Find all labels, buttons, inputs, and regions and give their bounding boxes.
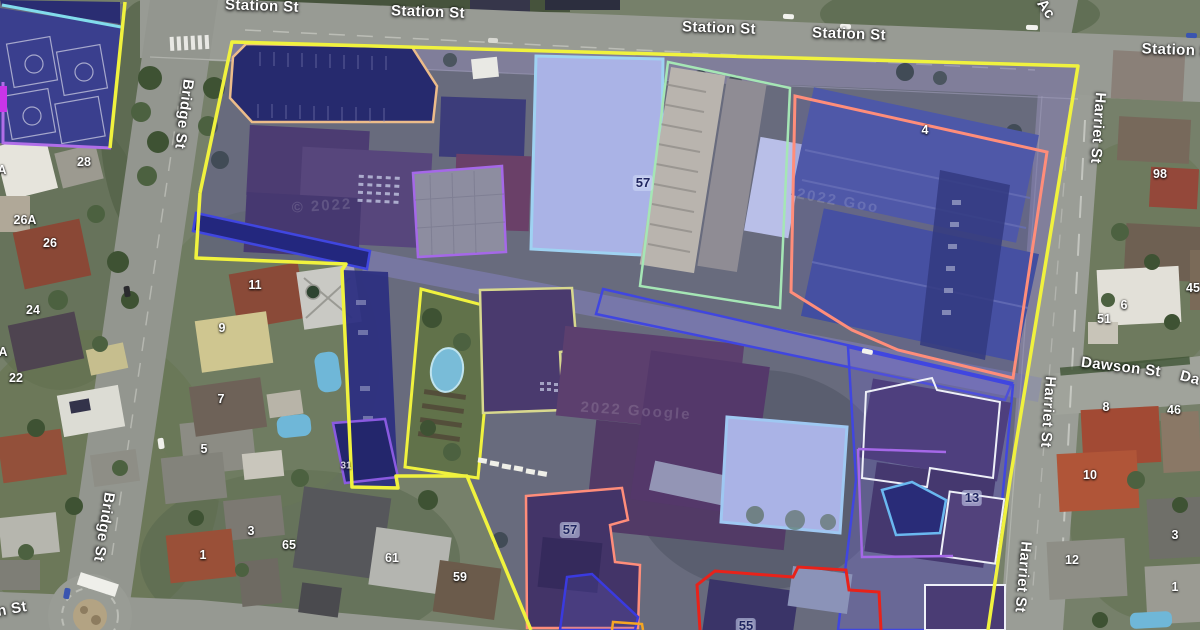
parcel-57-top — [531, 56, 663, 256]
aerial-map — [0, 0, 1200, 630]
map-viewport[interactable]: Station St Station St Station St Station… — [0, 0, 1200, 630]
parcel-lightblue-south — [721, 417, 847, 533]
carpark-tan-outline — [230, 44, 437, 122]
building-31-purple-outline — [333, 419, 398, 483]
parcel-blue-southeast — [838, 347, 1013, 630]
courtyard-purple-outline — [413, 166, 506, 257]
